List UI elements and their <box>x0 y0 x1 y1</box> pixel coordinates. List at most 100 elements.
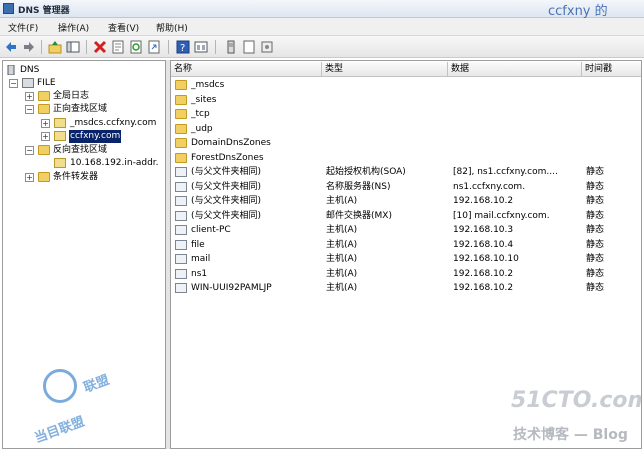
list-item[interactable]: file 主机(A) 192.168.10.4 静态 <box>172 238 641 252</box>
cell-timestamp: 静态 <box>586 210 605 221</box>
watermark-blog: 技术博客 — Blog <box>513 427 628 443</box>
dns-root-icon <box>7 65 15 75</box>
cell-name: _tcp <box>191 109 210 119</box>
menu-file[interactable]: 文件(F) <box>8 21 38 34</box>
menu-view[interactable]: 查看(V) <box>108 21 139 34</box>
collapse-icon[interactable]: − <box>25 146 34 155</box>
watermark-logo-text-a: 联盟 <box>81 372 112 396</box>
tree-label-server: FILE <box>37 78 56 88</box>
expand-icon[interactable]: + <box>25 92 34 101</box>
record-icon <box>175 210 187 221</box>
menu-action[interactable]: 操作(A) <box>58 21 89 34</box>
window-title: DNS 管理器 <box>18 6 70 16</box>
column-header-data[interactable]: 数据 <box>448 62 582 77</box>
list-item[interactable]: _udp <box>172 122 641 136</box>
folder-icon <box>38 104 50 114</box>
cell-name: _msdcs <box>191 80 225 90</box>
column-header-timestamp[interactable]: 时间戳 <box>582 62 641 77</box>
cell-type: 主机(A) <box>326 239 358 250</box>
cell-data: 192.168.10.3 <box>453 225 514 235</box>
expand-icon[interactable]: + <box>25 173 34 182</box>
record-icon <box>175 196 187 206</box>
cell-type: 主机(A) <box>326 268 358 279</box>
list-item[interactable]: WIN-UUI92PAMLJP 主机(A) 192.168.10.2 静态 <box>172 281 641 295</box>
cell-data: 192.168.10.10 <box>453 254 519 264</box>
record-icon <box>175 254 187 264</box>
cell-timestamp: 静态 <box>586 196 605 206</box>
cell-data: 192.168.10.2 <box>453 283 514 293</box>
column-header-name[interactable]: 名称 <box>171 62 322 77</box>
cell-name: _udp <box>191 123 213 134</box>
cell-name: WIN-UUI92PAMLJP <box>191 283 272 293</box>
show-hide-tree-icon[interactable] <box>66 40 80 54</box>
watermark-logo-icon <box>43 369 77 403</box>
expand-icon[interactable]: + <box>41 132 50 141</box>
cell-data: ns1.ccfxny.com. <box>453 181 526 192</box>
cell-timestamp: 静态 <box>586 254 605 264</box>
up-icon[interactable] <box>48 40 62 54</box>
cell-name: (与父文件夹相同) <box>191 196 262 206</box>
cell-timestamp: 静态 <box>586 239 605 250</box>
folder-icon <box>175 94 187 105</box>
record-icon[interactable] <box>242 40 256 54</box>
console-icon[interactable] <box>194 40 208 54</box>
toolbar-separator <box>168 40 169 54</box>
expand-icon[interactable]: + <box>41 119 50 128</box>
cell-data: [10] mail.ccfxny.com. <box>453 210 550 221</box>
server-icon[interactable] <box>224 40 238 54</box>
folder-icon <box>38 172 50 182</box>
tree-label-msdcs-zone: _msdcs.ccfxny.com <box>70 118 157 128</box>
list-item[interactable]: (与父文件夹相同) 名称服务器(NS) ns1.ccfxny.com. 静态 <box>172 180 641 194</box>
properties-icon[interactable] <box>111 40 125 54</box>
back-icon[interactable] <box>4 40 18 54</box>
list-item[interactable]: (与父文件夹相同) 主机(A) 192.168.10.2 静态 <box>172 194 641 208</box>
forward-icon[interactable] <box>22 40 36 54</box>
list-item[interactable]: client-PC 主机(A) 192.168.10.3 静态 <box>172 223 641 237</box>
list-item[interactable]: DomainDnsZones <box>172 136 641 150</box>
dns-app-icon <box>3 3 14 14</box>
list-item[interactable]: ForestDnsZones <box>172 151 641 165</box>
zone-icon <box>54 158 66 168</box>
tree-label-dns: DNS <box>20 65 40 75</box>
tree-pane[interactable]: DNS − FILE + 全局日志 − 正向查找区域 + _msdcs.ccfx… <box>2 60 166 449</box>
list-item[interactable]: _tcp <box>172 107 641 121</box>
toolbar-separator <box>41 40 42 54</box>
folder-icon <box>175 138 187 148</box>
cell-name: client-PC <box>191 225 231 235</box>
delete-icon[interactable] <box>93 40 107 54</box>
folder-icon <box>38 145 50 155</box>
cell-type: 主机(A) <box>326 283 358 293</box>
cell-name: DomainDnsZones <box>191 138 271 148</box>
cell-timestamp: 静态 <box>586 181 605 192</box>
folder-icon <box>175 123 187 134</box>
list-item[interactable]: ns1 主机(A) 192.168.10.2 静态 <box>172 267 641 281</box>
cell-type: 起始授权机构(SOA) <box>326 167 406 177</box>
records-list-pane[interactable]: 名称 类型 数据 时间戳 _msdcs _sites _tcp _udp DomainD… <box>170 60 642 449</box>
cell-type: 邮件交换器(MX) <box>326 210 392 221</box>
settings-icon[interactable] <box>260 40 274 54</box>
title-bar: DNS 管理器 ccfxny 的 <box>0 0 644 19</box>
cell-type: 名称服务器(NS) <box>326 181 391 192</box>
list-item[interactable]: _sites <box>172 93 641 107</box>
column-header-type[interactable]: 类型 <box>322 62 448 77</box>
export-icon[interactable] <box>147 40 161 54</box>
record-icon <box>175 225 187 235</box>
tree-label-conditional-forwarders: 条件转发器 <box>53 172 99 182</box>
collapse-icon[interactable]: − <box>9 79 18 88</box>
list-item[interactable]: mail 主机(A) 192.168.10.10 静态 <box>172 252 641 266</box>
refresh-icon[interactable] <box>129 40 143 54</box>
collapse-icon[interactable]: − <box>25 105 34 114</box>
list-item[interactable]: _msdcs <box>172 78 641 92</box>
cell-name: _sites <box>191 94 217 105</box>
toolbar-separator <box>215 40 216 54</box>
list-item[interactable]: (与父文件夹相同) 邮件交换器(MX) [10] mail.ccfxny.com. 静… <box>172 209 641 223</box>
zone-icon <box>54 118 66 128</box>
cell-name: ns1 <box>191 268 208 279</box>
record-icon <box>175 268 187 279</box>
menu-help[interactable]: 帮助(H) <box>156 21 188 34</box>
cell-name: (与父文件夹相同) <box>191 210 262 221</box>
list-item[interactable]: (与父文件夹相同) 起始授权机构(SOA) [82], ns1.ccfxny.com… <box>172 165 641 179</box>
tree-label-global-logs: 全局日志 <box>53 91 90 101</box>
cell-data: 192.168.10.4 <box>453 239 514 250</box>
help-icon[interactable]: ? <box>176 40 190 54</box>
